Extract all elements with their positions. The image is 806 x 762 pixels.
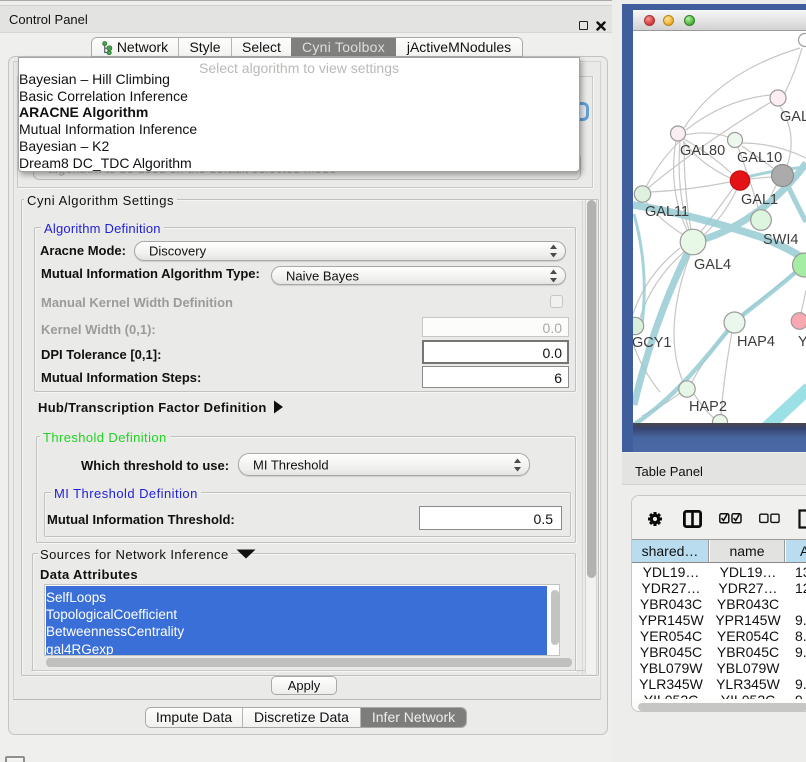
svg-text:HAP4: HAP4 [737, 334, 775, 350]
svg-text:GCY1: GCY1 [633, 335, 672, 351]
svg-text:HAP2: HAP2 [689, 399, 727, 415]
svg-text:GAL80: GAL80 [680, 143, 725, 159]
svg-text:Y: Y [798, 334, 806, 350]
svg-text:GAL4: GAL4 [694, 257, 731, 273]
svg-text:GAL: GAL [780, 109, 806, 125]
svg-text:GAL1: GAL1 [741, 192, 778, 208]
svg-text:GAL11: GAL11 [645, 204, 689, 220]
svg-text:GAL10: GAL10 [737, 150, 782, 166]
svg-text:SWI4: SWI4 [763, 232, 798, 248]
